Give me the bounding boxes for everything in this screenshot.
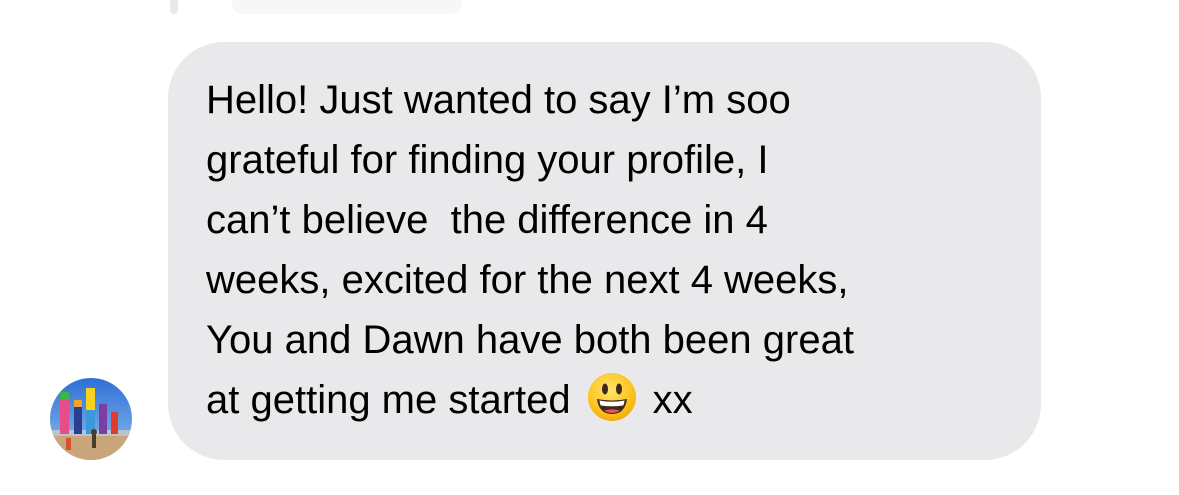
message-line: can’t believe the difference in 4 (206, 198, 768, 242)
previous-message-edge (170, 0, 178, 14)
message-text: Hello! Just wanted to say I’m soo gratef… (206, 70, 1026, 430)
grinning-face-emoji-icon (587, 372, 637, 422)
message-line: Hello! Just wanted to say I’m soo (206, 78, 791, 122)
message-bubble[interactable]: Hello! Just wanted to say I’m soo gratef… (168, 42, 1041, 460)
message-line: grateful for finding your profile, I (206, 138, 769, 182)
sender-avatar[interactable] (50, 378, 132, 460)
previous-message-fade (232, 0, 462, 14)
message-line-before-emoji: at getting me started (206, 378, 571, 422)
message-line-after-emoji: xx (652, 378, 693, 422)
message-last-line: at getting me started xx (206, 370, 1026, 430)
message-line: weeks, excited for the next 4 weeks, (206, 258, 849, 302)
message-line: You and Dawn have both been great (206, 318, 854, 362)
avatar-photo (50, 378, 132, 460)
